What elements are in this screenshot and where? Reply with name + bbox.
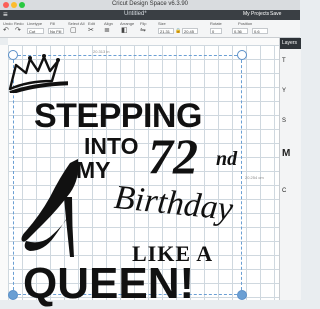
artwork-my: MY (76, 157, 111, 183)
artwork-queen: QUEEN! (23, 259, 195, 308)
position-x-input[interactable]: 0.36 (232, 28, 248, 34)
fill-label: Fill (50, 21, 56, 26)
rotate-input[interactable]: 0 (210, 28, 222, 34)
save-button[interactable]: Save (270, 11, 281, 17)
lock-handle[interactable] (8, 290, 18, 300)
select-all-icon[interactable]: ▢ (70, 27, 77, 35)
layers-panel: Layers T Y S M C (279, 38, 301, 300)
window-title: Cricut Design Space v6.3.90 (111, 1, 189, 7)
hamburger-icon[interactable]: ≡ (3, 11, 11, 19)
high-heel-icon (21, 159, 79, 257)
layer-item[interactable]: C (282, 188, 286, 194)
position-y-input[interactable]: 0.6 (252, 28, 268, 34)
redo-label: Redo (14, 21, 24, 26)
layer-item[interactable]: S (282, 118, 286, 124)
edit-scissors-icon[interactable]: ✂ (88, 27, 94, 35)
app-header: ≡ Untitled* My Projects Save (0, 10, 300, 20)
redo-icon[interactable]: ↷ (15, 27, 21, 35)
fill-select[interactable]: No Fill (48, 28, 64, 34)
select-all-label: Select All (68, 21, 85, 26)
flip-label: Flip (140, 21, 147, 26)
layer-item[interactable]: T (282, 58, 286, 64)
artwork-suffix: nd (216, 148, 238, 170)
rotate-label: Rotate (210, 21, 222, 26)
layer-item[interactable]: M (282, 148, 290, 159)
size-width-input[interactable]: 21.31 (158, 28, 174, 34)
align-icon[interactable]: ≣ (104, 27, 110, 35)
arrange-icon[interactable]: ◧ (121, 27, 128, 35)
rotate-handle[interactable] (237, 50, 247, 60)
undo-icon[interactable]: ↶ (3, 27, 9, 35)
document-title: Untitled* (124, 11, 147, 17)
flip-icon[interactable]: ⇋ (140, 27, 146, 35)
layers-tab[interactable]: Layers (280, 38, 301, 49)
undo-label: Undo (3, 21, 13, 26)
artwork-into: INTO (84, 133, 139, 159)
crown-icon (8, 54, 68, 93)
edit-toolbar: Undo ↶ Redo ↷ Linetype Cut Fill No Fill … (0, 20, 300, 38)
size-height-input[interactable]: 20.45 (182, 28, 198, 34)
linetype-select[interactable]: Cut (27, 28, 44, 34)
height-readout: 20.254 cm (245, 175, 264, 180)
artwork-number: 72 (148, 128, 198, 184)
linetype-label: Linetype (27, 21, 43, 26)
arrange-label: Arrange (120, 21, 135, 26)
size-label: Size (158, 21, 166, 26)
width-readout: 20.313 in (93, 49, 110, 54)
design-canvas[interactable]: 20.313 in 20.254 cm STEPPING INTO MY 72 … (8, 45, 279, 308)
lock-icon[interactable]: 🔒 (175, 27, 181, 35)
position-label: Position (238, 21, 253, 26)
resize-handle[interactable] (237, 290, 247, 300)
my-projects-link[interactable]: My Projects (243, 11, 269, 17)
layer-item[interactable]: Y (282, 88, 286, 94)
edit-label: Edit (88, 21, 95, 26)
align-label: Align (104, 21, 113, 26)
